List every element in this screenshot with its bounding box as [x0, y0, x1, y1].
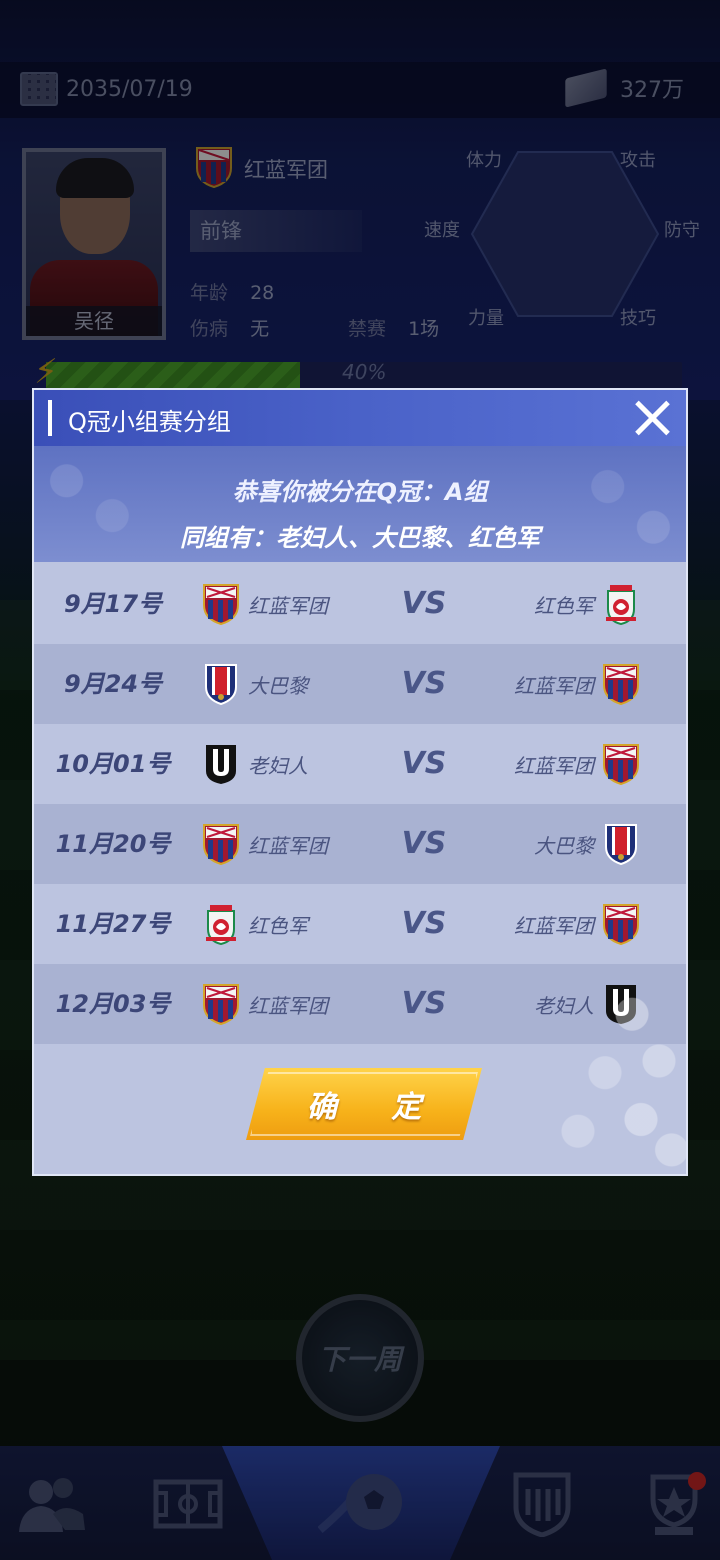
home-team: 红蓝军团: [202, 564, 328, 644]
dialog-title: Q冠小组赛分组: [68, 408, 231, 436]
fixture-row: 9月24号 大巴黎 VS 红蓝军团: [34, 644, 686, 724]
hex-pattern: [506, 944, 686, 1174]
group-assignment-text: 恭喜你被分在Q冠：A组: [232, 478, 488, 506]
fixture-date: 9月24号: [63, 670, 163, 698]
away-team: 红色军: [534, 564, 640, 644]
away-team-name: 红蓝军团: [514, 673, 594, 698]
away-team-name: 红色军: [534, 593, 594, 618]
fixture-row: 11月20号 红蓝军团 VS 大巴黎: [34, 804, 686, 884]
away-team: 红蓝军团: [514, 644, 640, 724]
away-team-name: 红蓝军团: [514, 913, 594, 938]
vs-label: VS: [401, 986, 447, 1021]
group-info-banner: 恭喜你被分在Q冠：A组 同组有：老妇人、大巴黎、红色军: [34, 446, 686, 562]
barca-badge-icon: [602, 743, 640, 785]
home-team-name: 红蓝军团: [248, 993, 328, 1018]
fixture-row: 9月17号 红蓝军团 VS 红色军: [34, 564, 686, 644]
home-team-name: 老妇人: [248, 753, 308, 778]
fixture-date: 12月03号: [55, 990, 171, 1018]
vs-label: VS: [401, 666, 447, 701]
away-team: 红蓝军团: [514, 724, 640, 804]
dialog-footer: 确 定: [34, 944, 686, 1174]
barca-badge-icon: [202, 823, 240, 865]
psg-badge-icon: [202, 663, 240, 705]
fixture-date: 11月20号: [55, 830, 171, 858]
away-team-name: 红蓝军团: [514, 753, 594, 778]
vs-label: VS: [401, 826, 447, 861]
away-team-name: 大巴黎: [534, 833, 594, 858]
juve-badge-icon: [202, 743, 240, 785]
confirm-button[interactable]: 确 定: [246, 1068, 482, 1140]
home-team-name: 红蓝军团: [248, 593, 328, 618]
home-team-name: 红蓝军团: [248, 833, 328, 858]
home-team-name: 红色军: [248, 913, 308, 938]
vs-label: VS: [401, 906, 447, 941]
barca-badge-icon: [202, 983, 240, 1025]
home-team: 老妇人: [202, 724, 308, 804]
group-opponents-text: 同组有：老妇人、大巴黎、红色军: [180, 524, 540, 552]
liverpool-badge-icon: [602, 583, 640, 625]
dialog-header: Q冠小组赛分组: [34, 390, 686, 446]
home-team: 大巴黎: [202, 644, 308, 724]
vs-label: VS: [401, 746, 447, 781]
home-team: 红色军: [202, 884, 308, 964]
fixture-row: 10月01号 老妇人 VS 红蓝军团: [34, 724, 686, 804]
liverpool-badge-icon: [202, 903, 240, 945]
away-team: 大巴黎: [534, 804, 640, 884]
home-team: 红蓝军团: [202, 804, 328, 884]
fixture-date: 9月17号: [63, 590, 163, 618]
confirm-label: 确 定: [306, 1090, 444, 1125]
barca-badge-icon: [202, 583, 240, 625]
barca-badge-icon: [602, 663, 640, 705]
fixture-date: 10月01号: [55, 750, 171, 778]
psg-badge-icon: [602, 823, 640, 865]
home-team: 红蓝军团: [202, 964, 328, 1044]
barca-badge-icon: [602, 903, 640, 945]
title-accent-bar: [48, 400, 52, 436]
home-team-name: 大巴黎: [248, 673, 308, 698]
close-icon[interactable]: [632, 398, 672, 438]
vs-label: VS: [401, 586, 447, 621]
group-draw-dialog: Q冠小组赛分组 恭喜你被分在Q冠：A组 同组有：老妇人、大巴黎、红色军 9月17…: [32, 388, 688, 1176]
fixture-date: 11月27号: [55, 910, 171, 938]
